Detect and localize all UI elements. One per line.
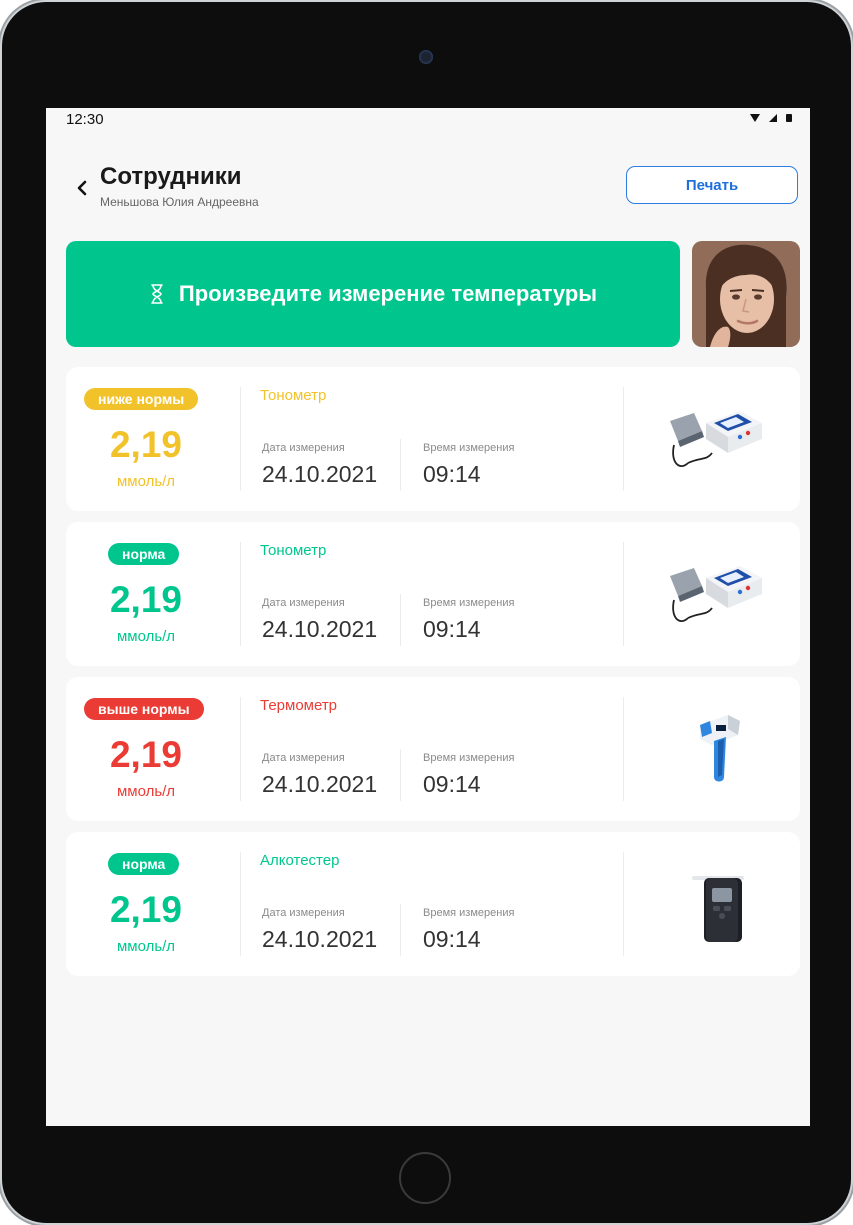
measurement-unit: ммоль/л — [116, 473, 176, 490]
measurement-unit: ммоль/л — [116, 628, 176, 645]
device-name: Тонометр — [260, 542, 327, 559]
blood-pressure-monitor-icon — [670, 566, 762, 622]
measurement-card[interactable]: норма 2,19 ммоль/л Тонометр Дата измерен… — [66, 522, 800, 666]
status-badge: ниже нормы — [84, 388, 199, 410]
battery-icon — [786, 114, 792, 122]
measurement-date: 24.10.2021 — [262, 926, 378, 952]
wifi-icon — [750, 114, 760, 122]
breathalyzer-icon — [692, 876, 744, 942]
measurement-value: 2,19 — [109, 734, 182, 775]
device-name: Термометр — [260, 697, 338, 714]
measurement-date: 24.10.2021 — [262, 461, 378, 487]
divider — [623, 697, 624, 801]
divider — [623, 387, 624, 491]
measurement-value: 2,19 — [109, 579, 182, 620]
employee-photo — [692, 241, 800, 347]
measurement-card[interactable]: ниже нормы 2,19 ммоль/л Тонометр Дата из… — [66, 367, 800, 511]
camera-icon — [419, 50, 433, 64]
measurement-value: 2,19 — [109, 889, 182, 930]
back-arrow-icon[interactable] — [74, 178, 90, 198]
measurement-date: 24.10.2021 — [262, 616, 378, 642]
divider — [400, 749, 401, 801]
divider — [240, 542, 241, 646]
time-label: Время измерения — [423, 442, 515, 454]
time-label: Время измерения — [423, 907, 515, 919]
divider — [240, 387, 241, 491]
app-screen: 12:30 Сотрудники Меньшова Юлия Андреевна… — [46, 108, 810, 1126]
status-badge: выше нормы — [84, 698, 204, 720]
employee-name: Меньшова Юлия Андреевна — [100, 195, 259, 209]
date-label: Дата измерения — [262, 752, 345, 764]
measurement-unit: ммоль/л — [116, 938, 176, 955]
measurement-card[interactable]: выше нормы 2,19 ммоль/л Термометр Дата и… — [66, 677, 800, 821]
measurement-value: 2,19 — [109, 424, 182, 465]
measurement-prompt-banner: Произведите измерение температуры — [66, 241, 680, 347]
status-badge: норма — [108, 853, 180, 875]
divider — [240, 852, 241, 956]
print-button[interactable]: Печать — [626, 166, 798, 204]
device-name: Тонометр — [260, 387, 327, 404]
measurement-unit: ммоль/л — [116, 783, 176, 800]
measurement-card[interactable]: норма 2,19 ммоль/л Алкотестер Дата измер… — [66, 832, 800, 976]
tablet-frame: 12:30 Сотрудники Меньшова Юлия Андреевна… — [2, 2, 851, 1223]
measurement-time: 09:14 — [423, 771, 481, 797]
hourglass-icon — [151, 284, 163, 304]
date-label: Дата измерения — [262, 907, 345, 919]
infrared-thermometer-icon — [700, 715, 740, 782]
device-name: Алкотестер — [260, 852, 340, 869]
page-title: Сотрудники — [100, 163, 242, 190]
divider — [400, 594, 401, 646]
time-label: Время измерения — [423, 597, 515, 609]
time-label: Время измерения — [423, 752, 515, 764]
measurement-time: 09:14 — [423, 926, 481, 952]
signal-icon — [769, 114, 777, 122]
banner-text: Произведите измерение температуры — [178, 281, 598, 306]
measurement-time: 09:14 — [423, 616, 481, 642]
status-icons — [750, 114, 792, 122]
status-badge: норма — [108, 543, 180, 565]
blood-pressure-monitor-icon — [670, 411, 762, 467]
status-bar: 12:30 — [46, 108, 810, 132]
divider — [240, 697, 241, 801]
divider — [623, 852, 624, 956]
measurement-time: 09:14 — [423, 461, 481, 487]
date-label: Дата измерения — [262, 442, 345, 454]
page-header: Сотрудники Меньшова Юлия Андреевна Печат… — [46, 158, 810, 218]
divider — [623, 542, 624, 646]
divider — [400, 439, 401, 491]
measurement-date: 24.10.2021 — [262, 771, 378, 797]
status-time: 12:30 — [66, 111, 104, 128]
divider — [400, 904, 401, 956]
home-button[interactable] — [399, 1152, 451, 1204]
date-label: Дата измерения — [262, 597, 345, 609]
